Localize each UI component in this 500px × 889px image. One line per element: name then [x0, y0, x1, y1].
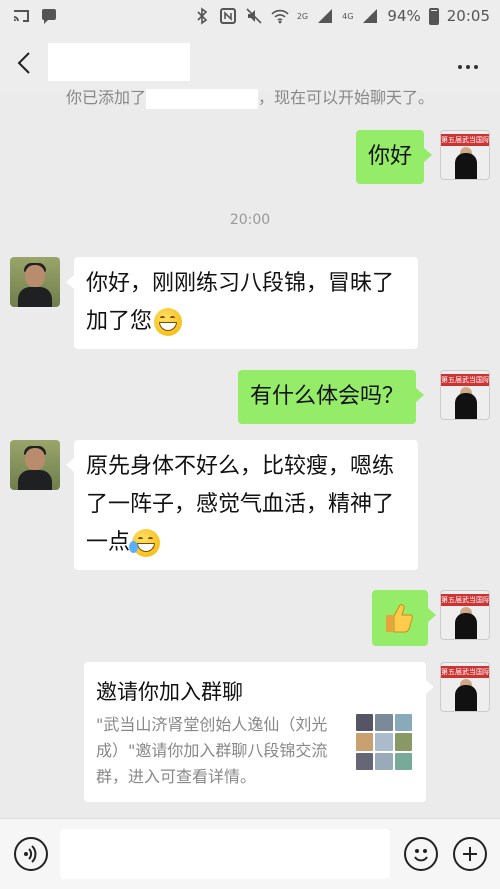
- message-bubble-in[interactable]: 原先身体不好么，比较瘦，嗯练了一阵子，感觉气血活，精神了一点: [66, 440, 418, 570]
- smiley-icon[interactable]: [404, 837, 438, 871]
- message-bubble-in[interactable]: 你好，刚刚练习八段锦，冒昧了加了您: [66, 257, 418, 349]
- system-note-prefix: 你已添加了: [65, 88, 146, 107]
- avatar-me[interactable]: 第五届武当国际演武大: [440, 130, 490, 180]
- avatar-me[interactable]: 第五届武当国际演武大: [440, 590, 490, 640]
- grinning-face-icon: [154, 308, 183, 336]
- voice-icon[interactable]: [14, 837, 48, 871]
- signal-4g-label: 4G: [342, 11, 354, 21]
- message-text: 你好，刚刚练习八段锦，冒昧了加了您: [86, 271, 395, 334]
- wifi-icon: [271, 9, 289, 24]
- crying-face-icon: [129, 529, 161, 557]
- status-bar: 2G 4G 94% 20:05: [0, 0, 500, 34]
- avatar-banner-text: 第五届武当国际演武大: [441, 594, 489, 606]
- nfc-icon: [219, 8, 236, 24]
- clock: 20:05: [446, 7, 490, 25]
- avatar-banner-text: 第五届武当国际演武大: [441, 134, 489, 146]
- system-note-suffix: ，现在可以开始聊天了。: [258, 88, 435, 107]
- avatar-banner-text: 第五届武当国际演武大: [441, 666, 489, 678]
- plus-icon[interactable]: [453, 837, 487, 871]
- avatar-banner-text: 第五届武当国际演武大: [441, 374, 489, 386]
- cast-icon: [13, 10, 29, 22]
- chat-title-redacted: [48, 43, 190, 81]
- chevron-left-icon[interactable]: [10, 48, 40, 78]
- battery-percent: 94%: [387, 7, 421, 25]
- system-note: 你已添加了 ，现在可以开始聊天了。: [0, 84, 500, 109]
- signal-icon: [363, 9, 378, 23]
- avatar-contact[interactable]: [10, 257, 60, 307]
- redacted-name: [146, 88, 258, 109]
- message-icon: [42, 9, 56, 24]
- invite-title: 邀请你加入群聊: [96, 680, 243, 704]
- timestamp: 20:00: [229, 212, 271, 228]
- signal-2g-label: 2G: [296, 11, 309, 21]
- bluetooth-icon: [197, 7, 208, 25]
- group-avatar-grid: [356, 714, 412, 770]
- avatar-contact[interactable]: [10, 440, 60, 490]
- battery-icon: [428, 7, 439, 25]
- avatar-me[interactable]: 第五届武当国际演武大: [440, 370, 490, 420]
- message-bubble-out[interactable]: [372, 590, 436, 646]
- avatar-me[interactable]: 第五届武当国际演武大: [440, 662, 490, 712]
- input-bar: [0, 818, 500, 889]
- message-bubble-out[interactable]: 有什么体会吗？: [238, 370, 425, 424]
- signal-icon: [318, 9, 333, 23]
- thumbs-up-icon: [386, 604, 413, 633]
- invite-description: "武当山济肾堂创始人逸仙（刘光成）"邀请你加入群聊八段锦交流群，进入可查看详情。: [96, 715, 328, 786]
- group-invite-card[interactable]: 邀请你加入群聊 "武当山济肾堂创始人逸仙（刘光成）"邀请你加入群聊八段锦交流群，…: [84, 662, 434, 802]
- message-text: 有什么体会吗？: [250, 384, 405, 409]
- more-icon[interactable]: [456, 50, 480, 75]
- message-bubble-out[interactable]: 你好: [356, 130, 433, 184]
- mute-icon: [246, 8, 262, 24]
- message-input[interactable]: [60, 829, 390, 879]
- message-text: 你好: [368, 144, 413, 169]
